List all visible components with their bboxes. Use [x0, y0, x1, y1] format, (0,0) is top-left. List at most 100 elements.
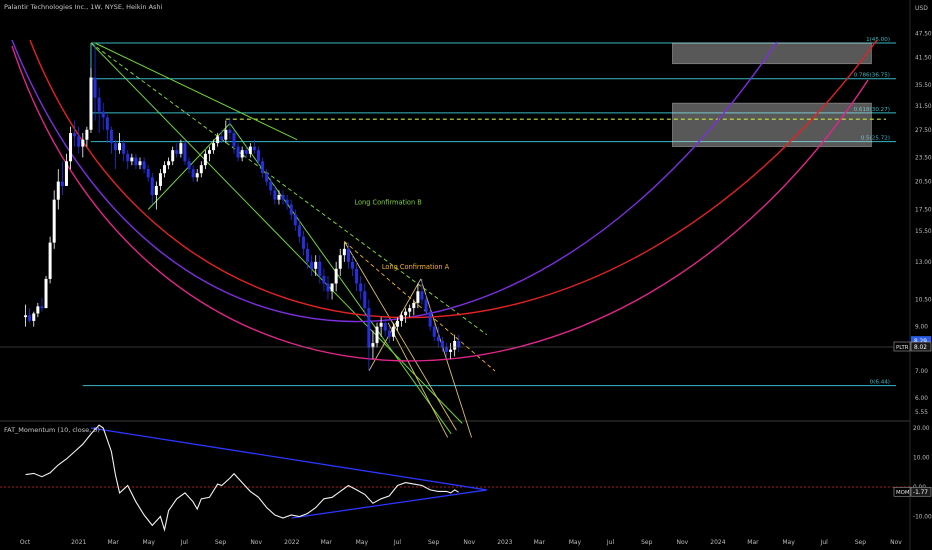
price-tick-label: 17.50 — [915, 207, 932, 213]
fib-label: 0(6.44) — [870, 380, 890, 386]
candle-body — [52, 199, 56, 243]
fibonacci-levels: 1(45.00)0.786(36.75)0.618(30.27)0.5(25.7… — [82, 37, 896, 387]
chart[interactable]: 1(45.00)0.786(36.75)0.618(30.27)0.5(25.7… — [0, 0, 932, 550]
candle-body — [134, 157, 138, 166]
momentum-trend-lower — [291, 489, 487, 519]
channel-line-upper — [90, 42, 463, 424]
candle-body — [395, 320, 399, 327]
target-zone — [672, 102, 872, 147]
candle-body — [142, 161, 146, 170]
candle-body — [130, 157, 134, 162]
price-tick-label: 15.50 — [915, 229, 932, 235]
candle-body — [126, 153, 130, 162]
candle-body — [277, 194, 281, 200]
indicator-tick-label: 10.00 — [913, 456, 930, 462]
time-tick-label: 2021 — [71, 539, 86, 546]
candle-body — [97, 97, 101, 112]
price-tick-label: 31.50 — [915, 104, 932, 110]
price-tick-label: 35.50 — [915, 83, 932, 89]
candle-body — [367, 308, 371, 348]
candle-body — [257, 150, 261, 162]
momentum-value: -1.77 — [913, 490, 928, 496]
candle-body — [330, 283, 334, 292]
candle-body — [187, 161, 191, 170]
trend-drawings — [11, 39, 887, 438]
candle-body — [408, 308, 412, 312]
time-tick-label: May — [143, 539, 156, 546]
time-tick-label: Jul — [820, 539, 829, 546]
candle-body — [183, 143, 187, 162]
candle-body — [265, 173, 269, 182]
candle-body — [326, 283, 330, 292]
candle-body — [297, 225, 301, 237]
price-tick-label: 7.00 — [915, 369, 928, 375]
candle-body — [252, 146, 256, 151]
time-tick-label: 2024 — [710, 539, 725, 546]
candle-body — [273, 190, 277, 200]
candle-body — [351, 261, 355, 269]
candle-body — [306, 248, 310, 262]
price-tick-label: 5.55 — [915, 410, 928, 416]
candle-body — [36, 306, 40, 314]
candle-body — [179, 143, 183, 154]
candle-body — [334, 268, 338, 284]
fib-label: 1(45.00) — [866, 37, 890, 43]
momentum-pane — [0, 424, 910, 532]
candle-body — [285, 199, 289, 205]
target-zones — [672, 42, 872, 147]
candle-body — [85, 129, 89, 140]
candle-body — [453, 340, 457, 350]
candle-body — [224, 129, 228, 140]
candle-body — [89, 77, 93, 130]
annotations: Long Confirmation B Long Confirmation A — [354, 199, 449, 271]
time-tick-label: Jul — [393, 539, 402, 546]
candle-body — [77, 136, 81, 147]
candle-body — [118, 143, 122, 151]
momentum-tag-label: MOM — [896, 490, 910, 496]
time-tick-label: Oct — [20, 539, 31, 546]
candle-body — [440, 340, 444, 348]
candle-body — [346, 248, 350, 262]
candle-body — [122, 143, 126, 154]
time-tick-label: Jul — [180, 539, 189, 546]
candle-body — [289, 204, 293, 215]
candle-body — [158, 173, 162, 186]
candle-body — [109, 129, 113, 144]
candle-body — [342, 248, 346, 256]
time-tick-label: Nov — [463, 539, 475, 546]
candle-body — [48, 242, 52, 279]
candle-body — [363, 291, 367, 309]
candle-body — [101, 111, 105, 118]
candle-body — [175, 150, 179, 154]
price-tick-label: 47.50 — [915, 31, 932, 37]
time-tick-label: Nov — [890, 539, 902, 546]
time-tick-label: Jul — [606, 539, 615, 546]
candle-body — [228, 129, 232, 134]
candle-body — [113, 143, 117, 151]
candle-body — [150, 177, 154, 195]
momentum-line — [25, 424, 459, 532]
time-tick-label: May — [356, 539, 369, 546]
candle-body — [387, 330, 391, 337]
indicator-header: FAT_Momentum (10, close, 0) — [4, 426, 100, 434]
candle-body — [318, 261, 322, 276]
candle-body — [432, 326, 436, 337]
candle-body — [167, 161, 171, 166]
candle-body — [404, 311, 408, 316]
candle-body — [400, 315, 404, 321]
candle-body — [261, 161, 265, 174]
annotation-label: Long Confirmation A — [382, 263, 450, 271]
currency-label: USD — [915, 5, 928, 12]
candle-body — [248, 146, 252, 154]
candle-body — [338, 255, 342, 269]
long-confirmation-a-line — [344, 241, 496, 372]
time-tick-label: Sep — [855, 539, 867, 546]
candle-body — [191, 169, 195, 178]
candle-body — [391, 326, 395, 337]
candle-body — [236, 146, 240, 158]
candle-body — [199, 165, 203, 174]
candle-body — [44, 278, 48, 309]
candle-body — [428, 311, 432, 327]
candle-body — [105, 117, 109, 130]
candle-body — [240, 150, 244, 158]
